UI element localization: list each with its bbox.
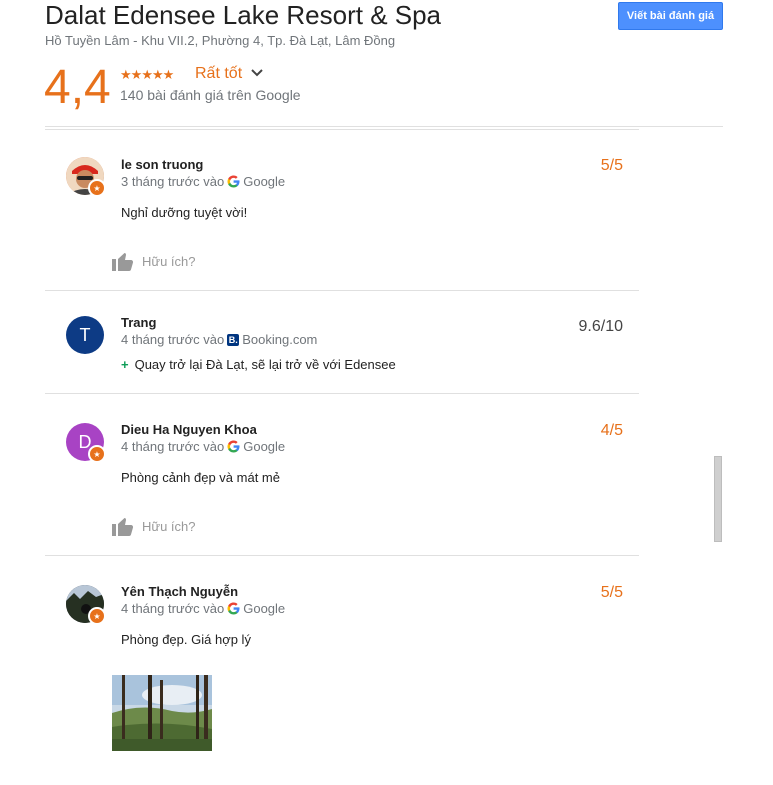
review-meta: 3 tháng trước vào Google xyxy=(121,174,285,189)
helpful-label: Hữu ích? xyxy=(142,253,196,269)
review-text: + Quay trở lại Đà Lạt, sẽ lại trở về với … xyxy=(121,357,396,372)
review-score: 5/5 xyxy=(600,584,623,601)
divider xyxy=(45,555,639,556)
rating-label[interactable]: Rất tốt xyxy=(195,65,242,83)
review-score: 4/5 xyxy=(600,422,623,439)
reviewer-name[interactable]: le son truong xyxy=(121,157,203,172)
review-count: 140 bài đánh giá trên Google xyxy=(120,87,301,103)
divider xyxy=(45,393,639,394)
write-review-button[interactable]: Viết bài đánh giá xyxy=(618,2,723,30)
half-star-icon: ★ xyxy=(162,67,175,82)
review-text: Phòng đẹp. Giá hợp lý xyxy=(121,632,251,647)
reviewer-name[interactable]: Dieu Ha Nguyen Khoa xyxy=(121,422,257,437)
review-text: Phòng cảnh đẹp và mát mẻ xyxy=(121,470,280,485)
google-icon xyxy=(227,602,240,615)
star-icon: ★ xyxy=(141,67,153,82)
review-source: Google xyxy=(243,601,286,616)
google-icon xyxy=(227,175,240,188)
review-meta: 4 tháng trước vào Google xyxy=(121,439,285,454)
star-icon: ★ xyxy=(130,67,143,82)
review-positive-text: Quay trở lại Đà Lạt, sẽ lại trở về với E… xyxy=(134,357,396,372)
page-title: Dalat Edensee Lake Resort & Spa xyxy=(45,0,442,30)
divider xyxy=(45,290,639,291)
review-source: Booking.com xyxy=(242,332,318,347)
plus-icon: + xyxy=(121,357,129,372)
scrollbar-thumb[interactable] xyxy=(714,456,722,542)
review-meta: 4 tháng trước vào B. Booking.com xyxy=(121,332,317,347)
thumbs-up-icon xyxy=(112,518,134,536)
review-time: 4 tháng trước vào xyxy=(121,439,225,454)
thumbs-up-icon xyxy=(112,253,134,271)
review-time: 3 tháng trước vào xyxy=(121,174,225,189)
helpful-button[interactable]: Hữu ích? xyxy=(112,251,196,271)
review-score: 9.6/10 xyxy=(578,318,623,335)
google-icon xyxy=(227,440,240,453)
local-guide-badge-icon: ★ xyxy=(88,607,106,625)
review-time: 4 tháng trước vào xyxy=(121,601,225,616)
rating-stars: ★★★★★ xyxy=(120,67,175,83)
review-time: 4 tháng trước vào xyxy=(121,332,225,347)
star-icon: ★ xyxy=(120,67,132,82)
divider xyxy=(45,129,639,130)
review-score: 5/5 xyxy=(600,157,623,174)
review-text: Nghỉ dưỡng tuyệt vời! xyxy=(121,205,248,220)
helpful-label: Hữu ích? xyxy=(142,518,196,534)
overall-rating: 4,4 xyxy=(44,61,111,114)
review-source: Google xyxy=(243,439,286,454)
star-icon: ★ xyxy=(151,67,164,82)
booking-icon: B. xyxy=(227,333,240,346)
chevron-down-icon[interactable] xyxy=(250,66,264,80)
review-photo[interactable] xyxy=(112,675,212,751)
review-source: Google xyxy=(243,174,286,189)
review-meta: 4 tháng trước vào Google xyxy=(121,601,285,616)
helpful-button[interactable]: Hữu ích? xyxy=(112,516,196,536)
review-photo-image xyxy=(112,675,212,751)
divider xyxy=(45,126,723,127)
local-guide-badge-icon: ★ xyxy=(88,445,106,463)
reviewer-name[interactable]: Trang xyxy=(121,315,156,330)
avatar[interactable]: T xyxy=(66,316,104,354)
local-guide-badge-icon: ★ xyxy=(88,179,106,197)
reviewer-name[interactable]: Yên Thạch Nguyễn xyxy=(121,584,238,599)
address: Hồ Tuyền Lâm - Khu VII.2, Phường 4, Tp. … xyxy=(45,33,396,48)
